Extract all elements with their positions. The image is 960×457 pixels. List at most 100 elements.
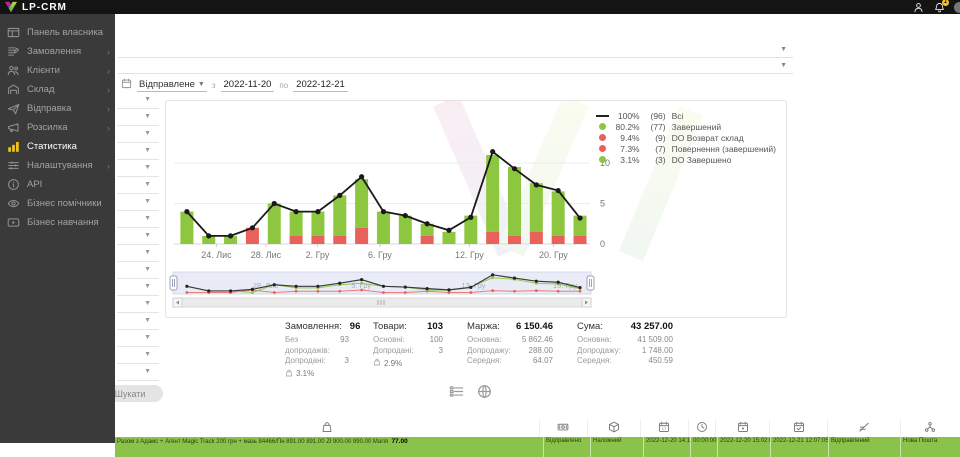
chevron-down-icon: ▼ (144, 164, 151, 171)
chevron-down-icon: ▼ (198, 81, 205, 88)
chart-scrollbar[interactable] (173, 298, 591, 307)
chevron-down-icon: ▼ (144, 317, 151, 324)
bag-icon (285, 369, 293, 379)
sidebar-item-warehouse[interactable]: Склад› (0, 80, 115, 99)
avatar[interactable] (954, 2, 960, 13)
side-filter-select-3[interactable]: ▼ (117, 128, 159, 143)
chart-navigator[interactable]: 28. Лис5. Гру13. Гру19. Гру (170, 272, 594, 294)
table-header-cell[interactable]: 17 (640, 420, 688, 437)
table-row[interactable]: Разом з Адамс + Агент Magic Track 200 гр… (115, 437, 960, 457)
navigator-handle-left[interactable] (170, 276, 177, 290)
side-filter-select-11[interactable]: ▼ (117, 264, 159, 279)
side-filter-select-10[interactable]: ▼ (117, 247, 159, 262)
sidebar-item-label: API (27, 179, 42, 190)
clients-icon (7, 64, 20, 77)
side-filter-select-5[interactable]: ▼ (117, 162, 159, 177)
table-header-cell[interactable] (539, 420, 587, 437)
table-header-icons: 17 (115, 420, 960, 437)
stat-sub-row: Основна:41 509.00 (577, 335, 673, 346)
globe-toggle-button[interactable] (476, 384, 492, 400)
legend-item[interactable]: 3.1%(3)DO Завершено (596, 154, 776, 165)
user-icon[interactable] (912, 1, 924, 13)
sidebar-item-clients[interactable]: Клієнти› (0, 61, 115, 80)
top-filter-select-2[interactable]: ▼ (118, 59, 793, 74)
date-type-select[interactable]: Відправлене ▼ (137, 79, 207, 92)
chevron-down-icon: ▼ (144, 266, 151, 273)
legend-item[interactable]: 80.2%(77)Завершений (596, 121, 776, 132)
sidebar-item-api[interactable]: API (0, 175, 115, 194)
side-filter-select-15[interactable]: ▼ (117, 332, 159, 347)
side-filter-select-9[interactable]: ▼ (117, 230, 159, 245)
table-header-cell[interactable] (827, 420, 899, 437)
table-header-cell[interactable] (587, 420, 641, 437)
legend-item[interactable]: 7.3%(7)Повернення (завершений) (596, 143, 776, 154)
sidebar-item-settings[interactable]: Налаштування› (0, 156, 115, 175)
top-filter-select-1[interactable]: ▼ (118, 43, 793, 58)
list-toggle-button[interactable] (448, 384, 464, 400)
chevron-right-icon: › (107, 85, 110, 95)
notifications-bell-icon[interactable]: 1 (933, 1, 945, 13)
table-header-cell[interactable] (900, 420, 960, 437)
chevron-down-icon: ▼ (144, 215, 151, 222)
sidebar-item-label: Замовлення (27, 46, 81, 57)
side-filter-select-6[interactable]: ▼ (117, 179, 159, 194)
side-filter-select-14[interactable]: ▼ (117, 315, 159, 330)
stat-sub-row: Допродажу:1 748.00 (577, 346, 673, 357)
side-filter-select-2[interactable]: ▼ (117, 111, 159, 126)
legend-dot-swatch (599, 134, 606, 141)
chevron-right-icon: › (107, 161, 110, 171)
stat-sub-row: Основна:5 862.46 (467, 335, 553, 346)
side-filter-select-4[interactable]: ▼ (117, 145, 159, 160)
chevron-down-icon: ▼ (144, 147, 151, 154)
from-word: з (212, 81, 216, 90)
table-cell: Відправлений (828, 437, 900, 457)
side-filter-select-12[interactable]: ▼ (117, 281, 159, 296)
table-header-cell[interactable] (715, 420, 769, 437)
legend-dot-swatch (599, 123, 606, 130)
sidebar-item-helpers[interactable]: Бізнес помічники (0, 194, 115, 213)
table-cell: Наложний (590, 437, 643, 457)
sidebar-item-shipping[interactable]: Відправка› (0, 99, 115, 118)
side-filter-select-7[interactable]: ▼ (117, 196, 159, 211)
stat-sub-row: Середня:450.59 (577, 356, 673, 367)
date-from-input[interactable]: 2022-11-20 (221, 79, 275, 92)
stat-title: Замовлення:96 (285, 321, 349, 332)
table-header-cell[interactable] (769, 420, 827, 437)
calendar-check-icon (793, 420, 805, 438)
stat-title: Товари:103 (373, 321, 443, 332)
navigator-handle-right[interactable] (587, 276, 594, 290)
side-filter-select-13[interactable]: ▼ (117, 298, 159, 313)
table-cell: 2022-12-20 14:10:04 (643, 437, 690, 457)
status-lines-icon (858, 420, 870, 438)
legend-item[interactable]: 100%(96)Всі (596, 110, 776, 121)
table-header-cell[interactable] (688, 420, 716, 437)
chevron-down-icon: ▼ (144, 368, 151, 375)
sidebar-item-statistics[interactable]: Статистика (0, 137, 115, 156)
calendar-date-icon: 17 (658, 420, 670, 438)
date-to-input[interactable]: 2022-12-21 (293, 79, 348, 92)
table-cell: 2022-12-21 12:07:05 (770, 437, 828, 457)
lp-crm-logo-icon (4, 1, 18, 13)
date-filter: Відправлене ▼ з 2022-11-20 по 2022-12-21 (121, 77, 348, 93)
side-filter-select-17[interactable]: ▼ (117, 366, 159, 381)
stat-column: Замовлення:96Без допродажів:93Допродані:… (285, 321, 349, 379)
brand-logo[interactable]: LP-CRM (0, 1, 67, 13)
side-filter-select-8[interactable]: ▼ (117, 213, 159, 228)
stat-title: Сума:43 257.00 (577, 321, 673, 332)
chevron-down-icon: ▼ (144, 232, 151, 239)
side-filter-select-16[interactable]: ▼ (117, 349, 159, 364)
table-cell-product: Разом з Адамс + Агент Magic Track 200 гр… (115, 437, 543, 457)
legend-item[interactable]: 9.4%(9)DO Возврат склад (596, 132, 776, 143)
share-icon (924, 420, 936, 438)
sidebar-item-label: Розсилка (27, 122, 68, 133)
table-header-cell[interactable] (115, 420, 539, 437)
sidebar-item-orders[interactable]: Замовлення› (0, 42, 115, 61)
sidebar-item-label: Бізнес навчання (27, 217, 99, 228)
side-filter-select-1[interactable]: ▼ (117, 94, 159, 109)
chevron-right-icon: › (107, 66, 110, 76)
sidebar-item-training[interactable]: Бізнес навчання (0, 213, 115, 232)
topbar: LP-CRM 1 (0, 0, 960, 14)
banknote-icon (557, 420, 569, 438)
sidebar-item-owner-panel[interactable]: Панель власника (0, 23, 115, 42)
sidebar-item-mailing[interactable]: Розсилка› (0, 118, 115, 137)
